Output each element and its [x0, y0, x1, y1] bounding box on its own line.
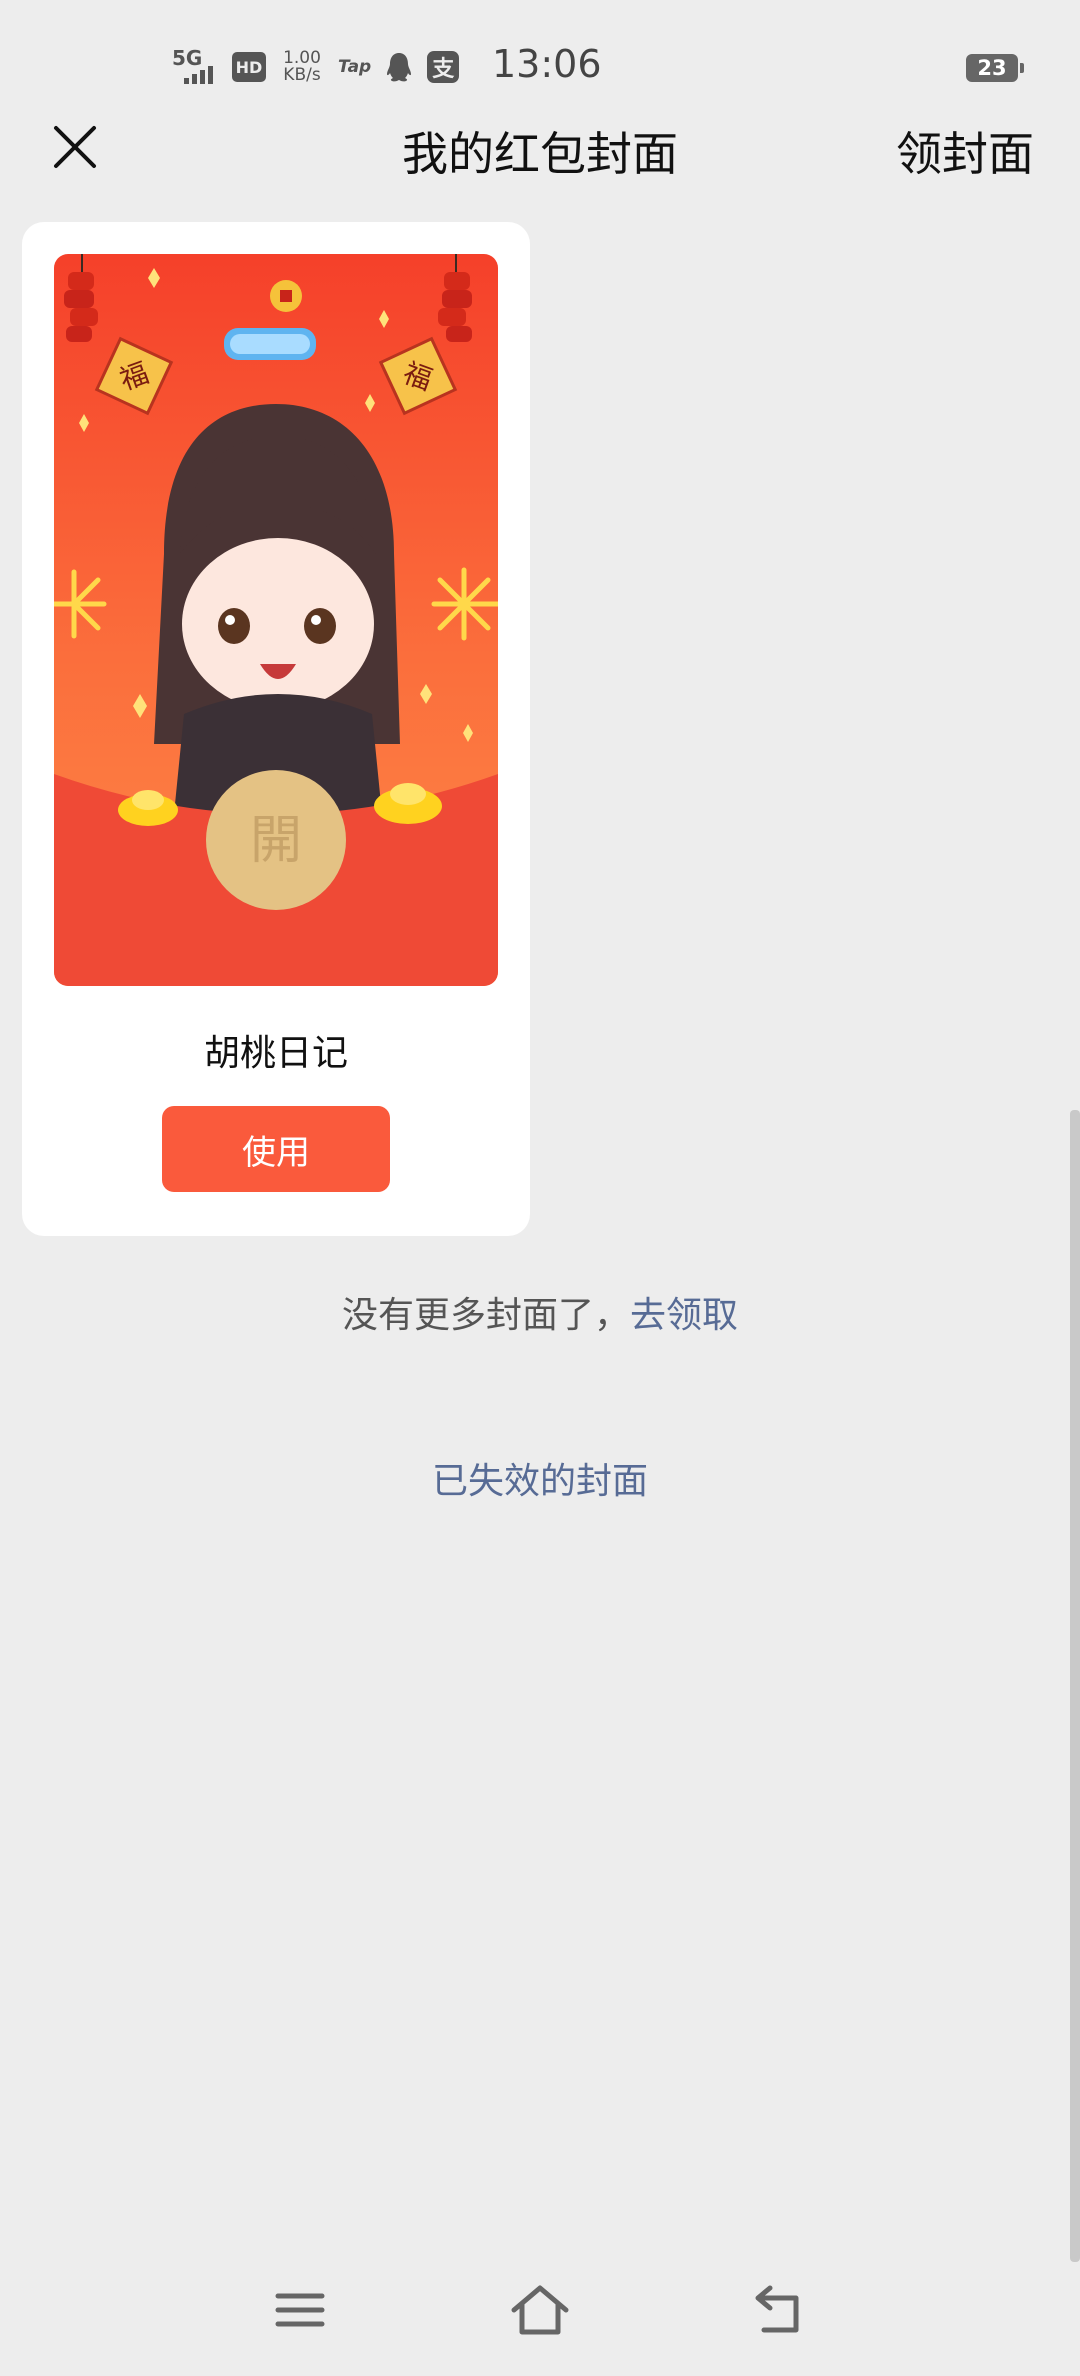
network-speed: 1.00 KB/s — [280, 50, 324, 84]
close-button[interactable] — [50, 120, 100, 174]
qq-icon — [387, 53, 412, 82]
cover-illustration: 福 福 開 — [54, 254, 498, 986]
character-illustration — [154, 404, 400, 834]
scrollbar[interactable] — [1070, 1110, 1080, 2262]
hd-icon: HD — [232, 52, 266, 82]
alipay-glyph: 支 — [432, 57, 455, 82]
status-bar: 5G HD 1.00 KB/s Tap 支 13:06 23 — [0, 0, 1080, 130]
battery-icon: 23 — [966, 54, 1024, 82]
no-more-covers-text: 没有更多封面了，去领取 — [0, 1286, 1080, 1338]
back-icon — [755, 2285, 799, 2333]
network-label: 5G — [172, 46, 203, 70]
home-icon — [511, 2285, 569, 2335]
brand-logo — [224, 328, 316, 360]
menu-icon — [275, 2293, 325, 2327]
back-button[interactable] — [748, 2280, 812, 2340]
open-glyph: 開 — [250, 811, 302, 871]
firework-right — [431, 567, 498, 641]
menu-button[interactable] — [268, 2280, 332, 2340]
speed-unit: KB/s — [283, 65, 321, 85]
go-claim-link[interactable]: 去领取 — [630, 1295, 738, 1336]
cover-card[interactable]: 福 福 開 胡桃日记 使用 — [22, 222, 530, 1236]
home-button[interactable] — [508, 2280, 572, 2340]
alipay-icon: 支 — [427, 51, 460, 83]
taptap-icon: Tap — [338, 57, 372, 77]
clock: 13:06 — [492, 42, 602, 86]
no-more-label: 没有更多封面了， — [341, 1295, 630, 1336]
close-icon — [54, 126, 96, 168]
cover-name: 胡桃日记 — [203, 1033, 348, 1074]
signal-icon: 5G — [172, 48, 218, 86]
expired-covers-link[interactable]: 已失效的封面 — [0, 1452, 1080, 1504]
status-icons: 5G HD 1.00 KB/s Tap 支 — [172, 44, 460, 90]
claim-cover-button[interactable]: 领封面 — [896, 118, 1034, 184]
red-packet-cover-image[interactable]: 福 福 開 — [54, 254, 498, 986]
use-button[interactable]: 使用 — [162, 1106, 390, 1192]
